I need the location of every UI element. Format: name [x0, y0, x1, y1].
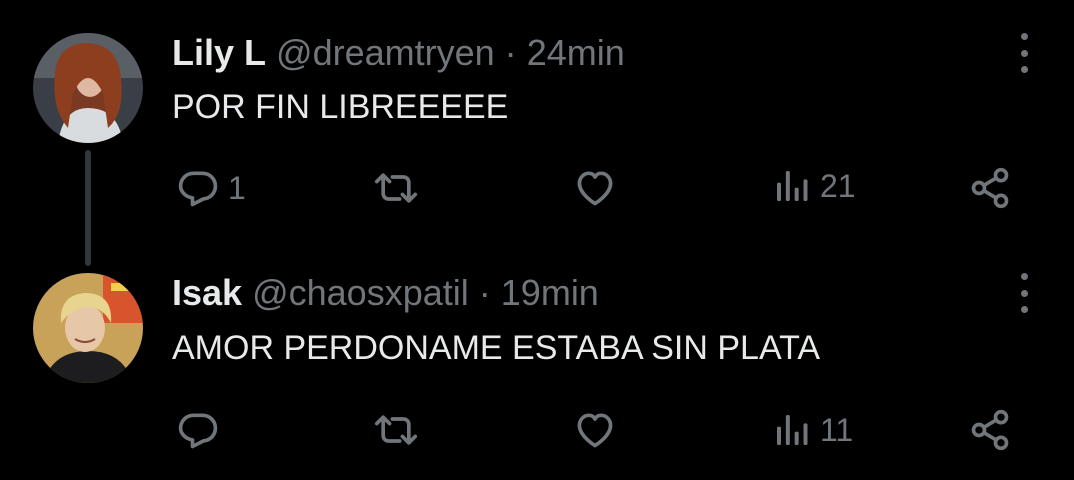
thread-line	[85, 150, 91, 266]
avatar[interactable]	[33, 273, 143, 383]
display-name[interactable]: Lily L	[172, 32, 266, 73]
tweet-1[interactable]: Lily L @dreamtryen · 24min POR FIN LIBRE…	[0, 0, 1074, 266]
more-icon[interactable]	[1016, 33, 1032, 73]
like-button[interactable]	[573, 408, 617, 452]
views-button[interactable]: 21	[772, 166, 856, 206]
profile-photo-red-hair-icon	[33, 33, 143, 143]
tweet-2[interactable]: Isak @chaosxpatil · 19min AMOR PERDONAME…	[0, 265, 1074, 480]
user-handle[interactable]: @dreamtryen	[276, 32, 495, 73]
separator: ·	[478, 272, 491, 313]
separator: ·	[504, 32, 517, 73]
tweet-text: AMOR PERDONAME ESTABA SIN PLATA	[172, 329, 821, 367]
reply-icon	[176, 166, 220, 210]
like-icon	[573, 166, 617, 210]
views-count: 11	[820, 412, 854, 448]
timestamp[interactable]: 19min	[501, 272, 599, 313]
share-icon	[968, 408, 1012, 452]
reply-button[interactable]	[176, 408, 228, 452]
more-icon[interactable]	[1016, 273, 1032, 313]
retweet-button[interactable]	[372, 166, 420, 210]
like-icon	[573, 408, 617, 452]
views-count: 21	[820, 168, 856, 204]
views-icon	[772, 410, 812, 450]
tweet-text: POR FIN LIBREEEEE	[172, 88, 509, 126]
tweet-header: Isak @chaosxpatil · 19min	[172, 273, 599, 313]
retweet-button[interactable]	[372, 408, 420, 452]
user-handle[interactable]: @chaosxpatil	[252, 272, 469, 313]
views-button[interactable]: 11	[772, 410, 853, 450]
views-icon	[772, 166, 812, 206]
tweet-header: Lily L @dreamtryen · 24min	[172, 33, 625, 73]
profile-photo-blond-hair-icon	[33, 273, 143, 383]
share-button[interactable]	[968, 166, 1012, 210]
avatar[interactable]	[33, 33, 143, 143]
like-button[interactable]	[573, 166, 617, 210]
retweet-icon	[372, 408, 420, 452]
retweet-icon	[372, 166, 420, 210]
reply-icon	[176, 408, 220, 452]
timestamp[interactable]: 24min	[527, 32, 625, 73]
display-name[interactable]: Isak	[172, 272, 242, 313]
share-button[interactable]	[968, 408, 1012, 452]
reply-count: 1	[228, 170, 246, 206]
share-icon	[968, 166, 1012, 210]
reply-button[interactable]: 1	[176, 166, 246, 210]
